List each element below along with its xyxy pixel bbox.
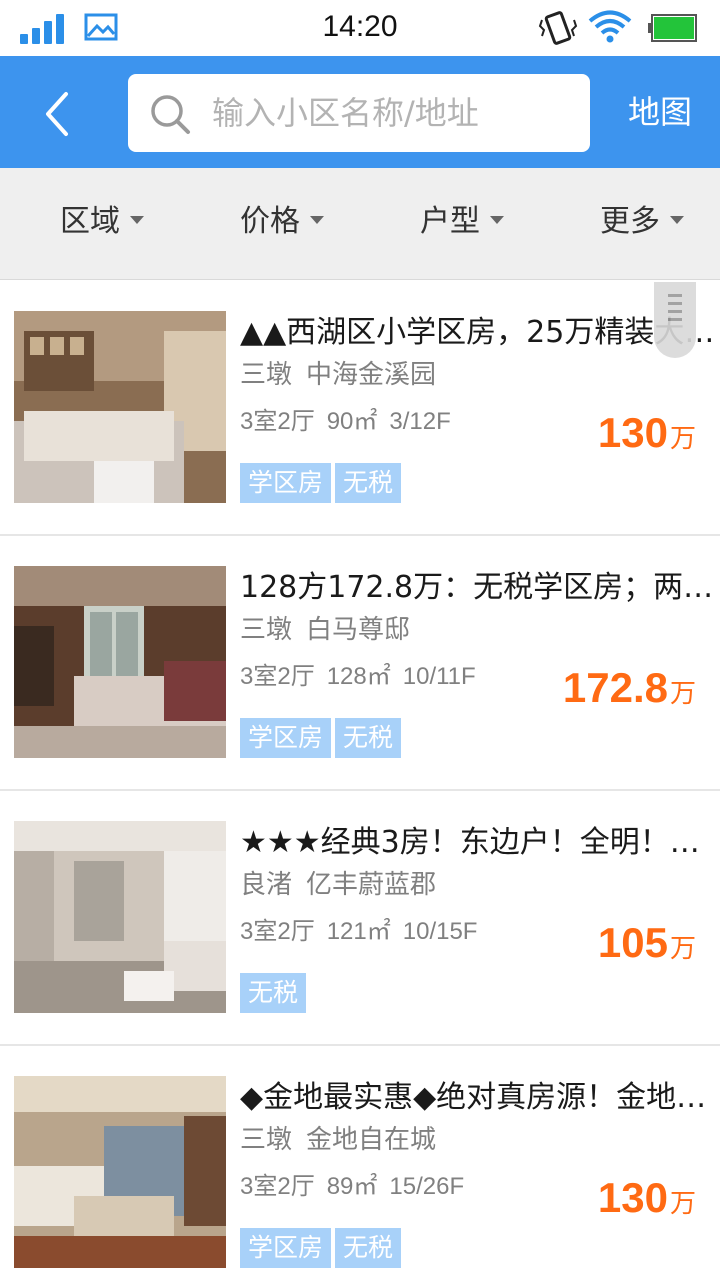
listing-area: 128㎡ <box>326 663 391 690</box>
price-unit: 万 <box>669 1189 696 1219</box>
listing-area: 90㎡ <box>326 408 378 435</box>
listing-title: 128方172.8万：无税学区房；两… <box>240 570 714 605</box>
filter-more[interactable]: 更多 <box>600 168 684 280</box>
listing-title: ◆金地最实惠◆绝对真房源！金地… <box>240 1080 707 1115</box>
listing-price: 130万 <box>598 1174 696 1222</box>
listing-list: ▲▲西湖区小学区房，25万精装大… 三墩 中海金溪园 3室2厅 90㎡ 3/12F 1… <box>0 281 720 1280</box>
listing-tags: 学区房 无税 <box>240 1228 405 1268</box>
listing-area: 121㎡ <box>326 918 391 945</box>
listing-community: 白马尊邸 <box>306 615 411 645</box>
search-icon <box>151 95 190 134</box>
filter-label: 更多 <box>600 204 660 239</box>
listing-location: 良渚 亿丰蔚蓝郡 <box>240 867 436 903</box>
filter-label: 价格 <box>240 204 300 239</box>
listing-title: ★★★经典3房！东边户！全明！… <box>240 825 700 860</box>
listing-specs: 3室2厅 89㎡ 15/26F <box>240 1170 464 1204</box>
listing-item[interactable]: 128方172.8万：无税学区房；两… 三墩 白马尊邸 3室2厅 128㎡ 10/11… <box>0 536 720 791</box>
tag-badge: 学区房 <box>240 1228 332 1268</box>
listing-layout: 3室2厅 <box>240 408 315 435</box>
filter-layout[interactable]: 户型 <box>420 168 504 280</box>
tag-badge: 无税 <box>335 463 402 503</box>
back-arrow-icon[interactable] <box>30 86 86 142</box>
listing-area: 89㎡ <box>326 1173 378 1200</box>
battery-icon <box>648 14 697 42</box>
listing-specs: 3室2厅 121㎡ 10/15F <box>240 915 477 949</box>
caret-down-icon <box>670 215 684 224</box>
listing-price: 130万 <box>598 409 696 457</box>
search-placeholder: 输入小区名称/地址 <box>212 94 479 132</box>
listing-layout: 3室2厅 <box>240 1173 315 1200</box>
signal-icon <box>20 14 68 44</box>
listing-specs: 3室2厅 128㎡ 10/11F <box>240 660 476 694</box>
tag-badge: 无税 <box>335 1228 402 1268</box>
tag-badge: 无税 <box>240 973 307 1013</box>
tag-badge: 学区房 <box>240 463 332 503</box>
listing-item[interactable]: ◆金地最实惠◆绝对真房源！金地… 三墩 金地自在城 3室2厅 89㎡ 15/26F 1… <box>0 1046 720 1280</box>
price-unit: 万 <box>669 424 696 454</box>
vibrate-icon <box>538 11 578 45</box>
price-value: 172.8 <box>562 664 668 711</box>
listing-item[interactable]: ▲▲西湖区小学区房，25万精装大… 三墩 中海金溪园 3室2厅 90㎡ 3/12F 1… <box>0 281 720 536</box>
listing-layout: 3室2厅 <box>240 918 315 945</box>
price-unit: 万 <box>669 679 696 709</box>
listing-price: 105万 <box>598 919 696 967</box>
listing-floor: 15/26F <box>389 1173 465 1200</box>
wifi-icon <box>588 10 632 43</box>
status-bar: 14:20 <box>0 0 720 56</box>
filter-label: 区域 <box>60 204 120 239</box>
listing-photo <box>14 1076 226 1268</box>
search-input[interactable]: 输入小区名称/地址 <box>128 74 590 152</box>
image-icon <box>84 13 118 41</box>
price-value: 130 <box>597 1174 668 1221</box>
tag-badge: 学区房 <box>240 718 332 758</box>
caret-down-icon <box>310 215 324 224</box>
listing-community: 亿丰蔚蓝郡 <box>306 870 437 900</box>
listing-community: 中海金溪园 <box>306 360 437 390</box>
listing-location: 三墩 白马尊邸 <box>240 612 410 648</box>
listing-photo <box>14 821 226 1013</box>
filter-district[interactable]: 区域 <box>60 168 144 280</box>
listing-district: 三墩 <box>240 360 293 390</box>
filter-label: 户型 <box>420 204 480 239</box>
tag-badge: 无税 <box>335 718 402 758</box>
scrollbar-thumb[interactable] <box>654 282 696 358</box>
listing-tags: 学区房 无税 <box>240 718 405 758</box>
listing-tags: 无税 <box>240 973 310 1013</box>
price-value: 130 <box>597 409 668 456</box>
listing-item[interactable]: ★★★经典3房！东边户！全明！… 良渚 亿丰蔚蓝郡 3室2厅 121㎡ 10/15F … <box>0 791 720 1046</box>
listing-specs: 3室2厅 90㎡ 3/12F <box>240 405 451 439</box>
listing-floor: 10/15F <box>402 918 478 945</box>
listing-title: ▲▲西湖区小学区房，25万精装大… <box>240 315 715 350</box>
filter-price[interactable]: 价格 <box>240 168 324 280</box>
caret-down-icon <box>490 215 504 224</box>
price-value: 105 <box>597 919 668 966</box>
caret-down-icon <box>130 215 144 224</box>
listing-location: 三墩 金地自在城 <box>240 1122 436 1158</box>
top-app-bar: 输入小区名称/地址 地图 <box>0 56 720 168</box>
filter-bar: 区域 价格 户型 更多 <box>0 168 720 280</box>
listing-floor: 3/12F <box>389 408 451 435</box>
listing-tags: 学区房 无税 <box>240 463 405 503</box>
listing-district: 三墩 <box>240 1125 293 1155</box>
listing-floor: 10/11F <box>402 663 476 690</box>
listing-price: 172.8万 <box>563 664 696 712</box>
map-button[interactable]: 地图 <box>600 86 720 138</box>
listing-photo <box>14 311 226 503</box>
listing-layout: 3室2厅 <box>240 663 315 690</box>
listing-district: 良渚 <box>240 870 293 900</box>
price-unit: 万 <box>669 934 696 964</box>
listing-photo <box>14 566 226 758</box>
listing-district: 三墩 <box>240 615 293 645</box>
clock: 14:20 <box>322 10 398 43</box>
listing-location: 三墩 中海金溪园 <box>240 357 436 393</box>
listing-community: 金地自在城 <box>306 1125 437 1155</box>
